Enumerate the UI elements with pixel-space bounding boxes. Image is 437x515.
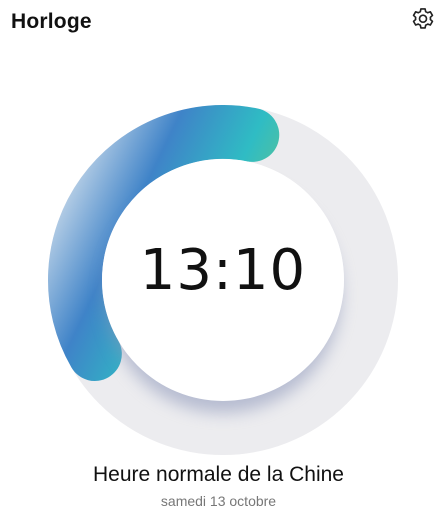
current-time: 13:10 [139,237,307,303]
gear-icon [412,8,434,29]
clock-dial: 13:10 [48,105,398,455]
app-title: Horloge [11,10,92,33]
timezone-name: Heure normale de la Chine [93,463,344,486]
settings-button[interactable] [409,6,437,34]
current-date: samedi 13 octobre [160,493,277,509]
